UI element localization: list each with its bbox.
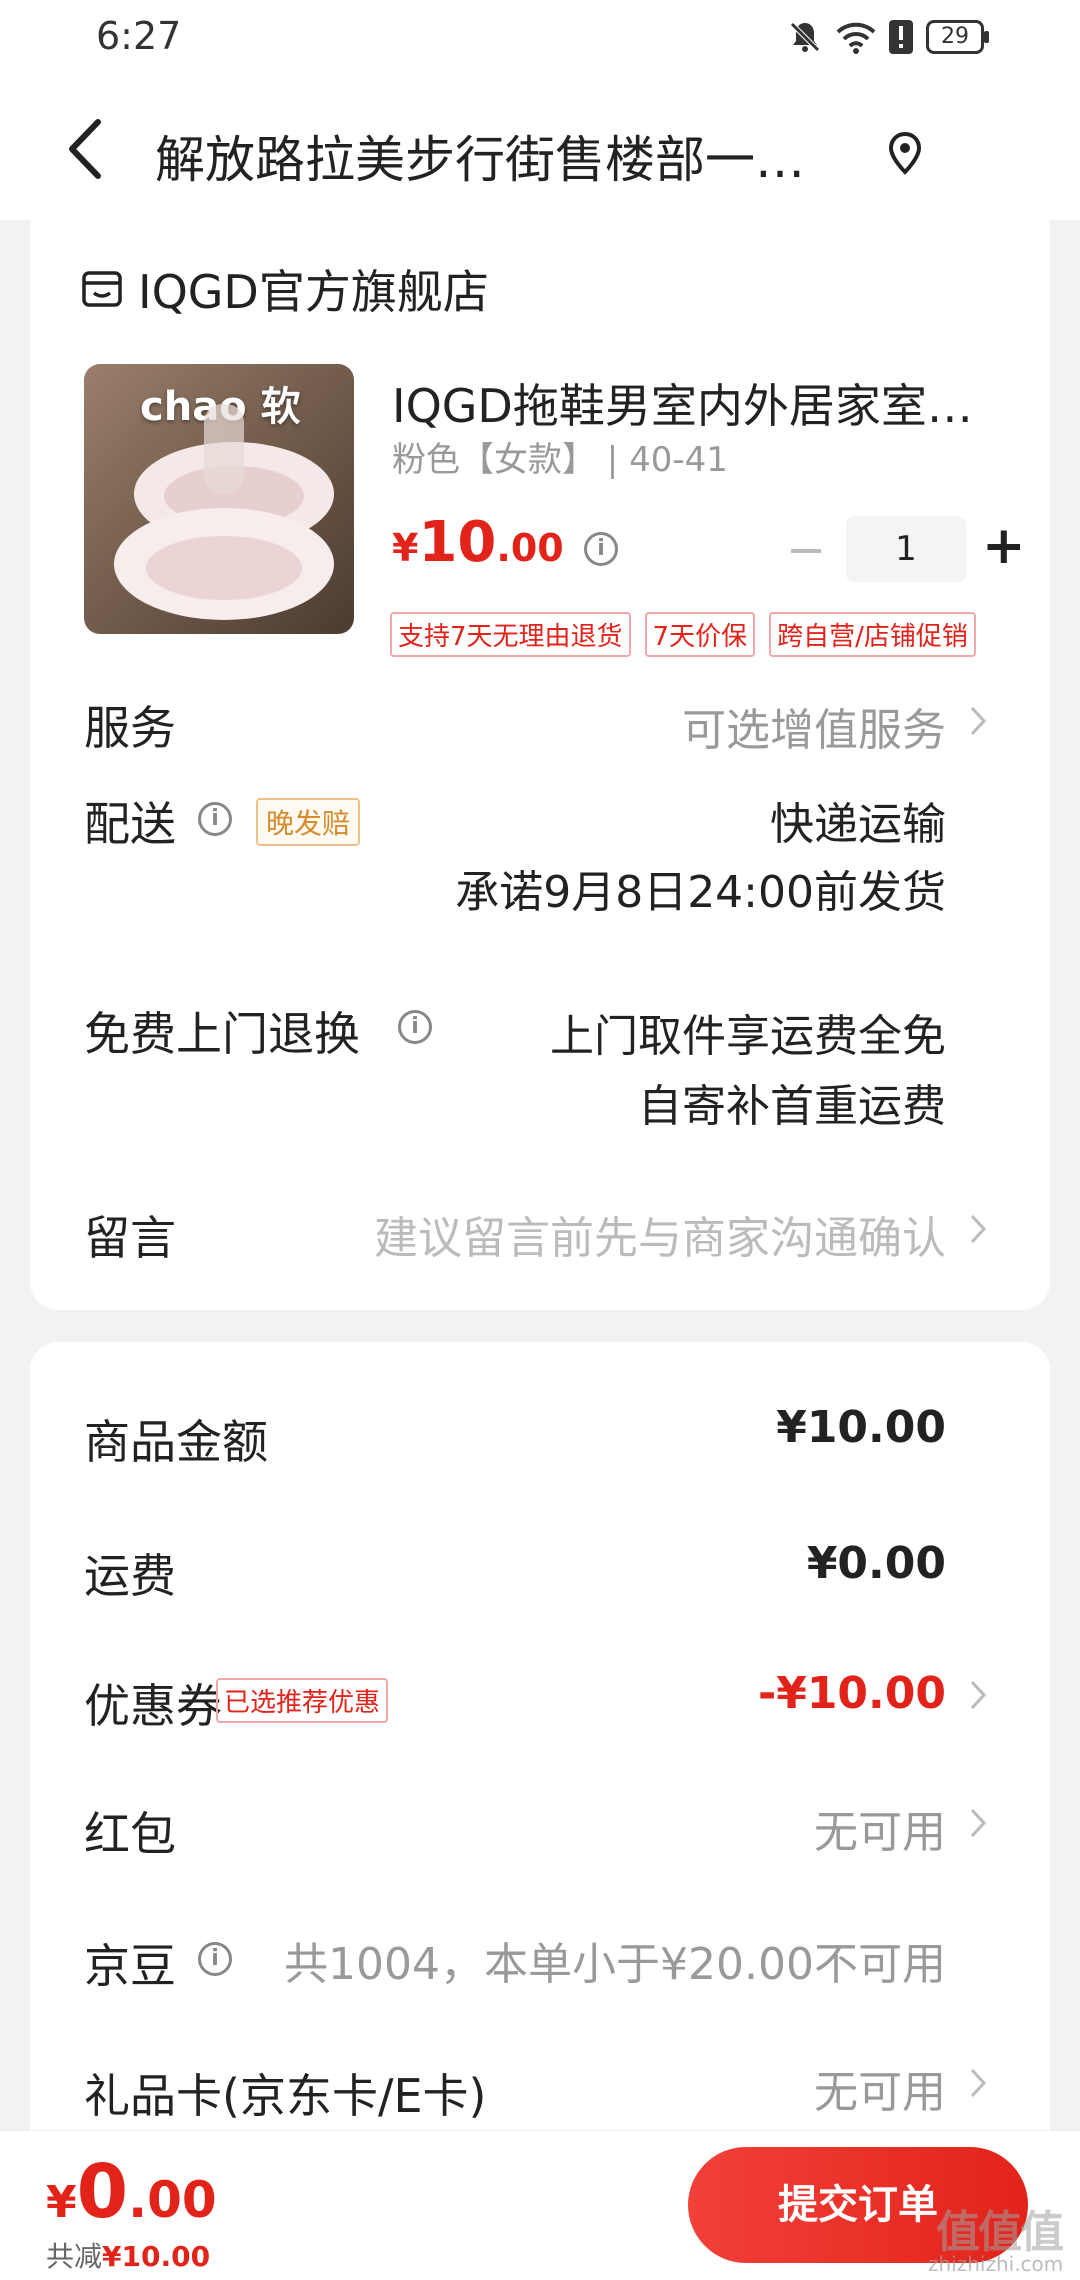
slipper-illustration — [114, 404, 334, 620]
jingdou-info-icon[interactable]: i — [198, 1942, 232, 1976]
delivery-label: 配送 — [84, 797, 176, 851]
coupon-label: 优惠券 — [84, 1679, 222, 1733]
message-input[interactable]: 建议留言前先与商家沟通确认 — [374, 1202, 946, 1266]
product-title[interactable]: IQGD拖鞋男室内外居家室… — [392, 370, 1022, 436]
service-label: 服务 — [84, 701, 176, 755]
late-delivery-badge: 晚发赔 — [256, 798, 361, 846]
gift-card-value[interactable]: 无可用 — [814, 2056, 946, 2120]
shop-icon — [82, 271, 122, 307]
product-spec[interactable]: 粉色【女款】 | 40-41 — [392, 432, 728, 481]
price-currency: ¥ — [392, 526, 419, 570]
tag-return: 支持7天无理由退货 — [390, 612, 631, 657]
service-value[interactable]: 可选增值服务 — [682, 694, 946, 758]
total-price: ¥0.00 — [46, 2149, 217, 2235]
quantity-value[interactable]: 1 — [846, 516, 966, 582]
shipping-label: 运费 — [84, 1549, 176, 1603]
bottom-bar: ¥0.00 共减¥10.00 提交订单 — [0, 2130, 1080, 2280]
tag-promo: 跨自营/店铺促销 — [769, 612, 976, 657]
total-currency: ¥ — [46, 2177, 77, 2228]
total-integer: 0 — [76, 2149, 129, 2235]
quantity-plus-button[interactable]: + — [982, 516, 1026, 576]
product-image[interactable]: chao 软 — [84, 364, 354, 634]
jingdou-label: 京豆 — [84, 1939, 176, 1993]
return-line2: 自寄补首重运费 — [638, 1081, 946, 1132]
jingdou-value: 共1004，本单小于¥20.00不可用 — [284, 1939, 946, 1990]
price-decimal: .00 — [496, 526, 564, 570]
message-chevron-icon[interactable] — [968, 1212, 988, 1246]
address-title[interactable]: 解放路拉美步行街售楼部一… — [155, 120, 805, 192]
total-decimal: .00 — [128, 2171, 217, 2229]
delivery-method[interactable]: 快递运输 — [770, 788, 946, 852]
watermark-url: zhizhizhi.com — [928, 2252, 1064, 2276]
sim-alert-icon — [889, 20, 913, 54]
battery-icon: 29 — [926, 20, 989, 54]
mute-bell-icon — [790, 22, 820, 52]
shop-name: IQGD官方旗舰店 — [138, 265, 489, 319]
red-packet-label: 红包 — [84, 1807, 176, 1861]
service-chevron-icon[interactable] — [968, 704, 988, 738]
wifi-icon — [836, 22, 876, 54]
red-packet-value[interactable]: 无可用 — [814, 1796, 946, 1860]
tag-price-protect: 7天价保 — [644, 612, 756, 657]
quantity-minus-button[interactable]: − — [786, 522, 826, 578]
return-label: 免费上门退换 — [84, 1007, 360, 1061]
saved-prefix: 共减 — [46, 2240, 103, 2273]
watermark: 值值值 — [936, 2207, 1064, 2258]
status-bar: 6:27 29 — [0, 0, 1080, 80]
gift-card-chevron-icon[interactable] — [968, 2066, 988, 2100]
saved-value: ¥10.00 — [102, 2240, 211, 2273]
coupon-recommended-badge: 已选推荐优惠 — [216, 1678, 389, 1723]
price-info-icon[interactable]: i — [584, 532, 618, 566]
gift-card-label: 礼品卡(京东卡/E卡) — [84, 2069, 487, 2123]
return-info-icon[interactable]: i — [398, 1010, 432, 1044]
shipping-value: ¥0.00 — [806, 1538, 946, 1589]
delivery-promise: 承诺9月8日24:00前发货 — [455, 867, 946, 918]
product-tags: 支持7天无理由退货 7天价保 跨自营/店铺促销 — [390, 612, 976, 657]
total-saved: 共减¥10.00 — [46, 2235, 210, 2275]
status-icons: 29 — [786, 18, 989, 56]
price-integer: 10 — [418, 510, 497, 575]
goods-amount-label: 商品金额 — [84, 1415, 268, 1469]
message-label: 留言 — [84, 1211, 176, 1265]
status-time: 6:27 — [96, 14, 182, 58]
delivery-info-icon[interactable]: i — [198, 802, 232, 836]
coupon-value[interactable]: -¥10.00 — [758, 1668, 946, 1719]
shop-header[interactable]: IQGD官方旗舰店 — [80, 256, 489, 322]
goods-amount-value: ¥10.00 — [776, 1402, 946, 1453]
nav-bar: 解放路拉美步行街售楼部一… — [0, 80, 1080, 220]
red-packet-chevron-icon[interactable] — [968, 1806, 988, 1840]
return-line1: 上门取件享运费全免 — [550, 1011, 946, 1062]
location-pin-icon[interactable] — [885, 130, 925, 176]
product-price: ¥10.00 — [392, 510, 564, 575]
order-item-card: IQGD官方旗舰店 chao 软 IQGD拖鞋男室内外居家室… 粉色【女款】 |… — [30, 220, 1050, 1310]
back-arrow-icon[interactable] — [58, 114, 118, 184]
coupon-chevron-icon[interactable] — [968, 1678, 988, 1712]
